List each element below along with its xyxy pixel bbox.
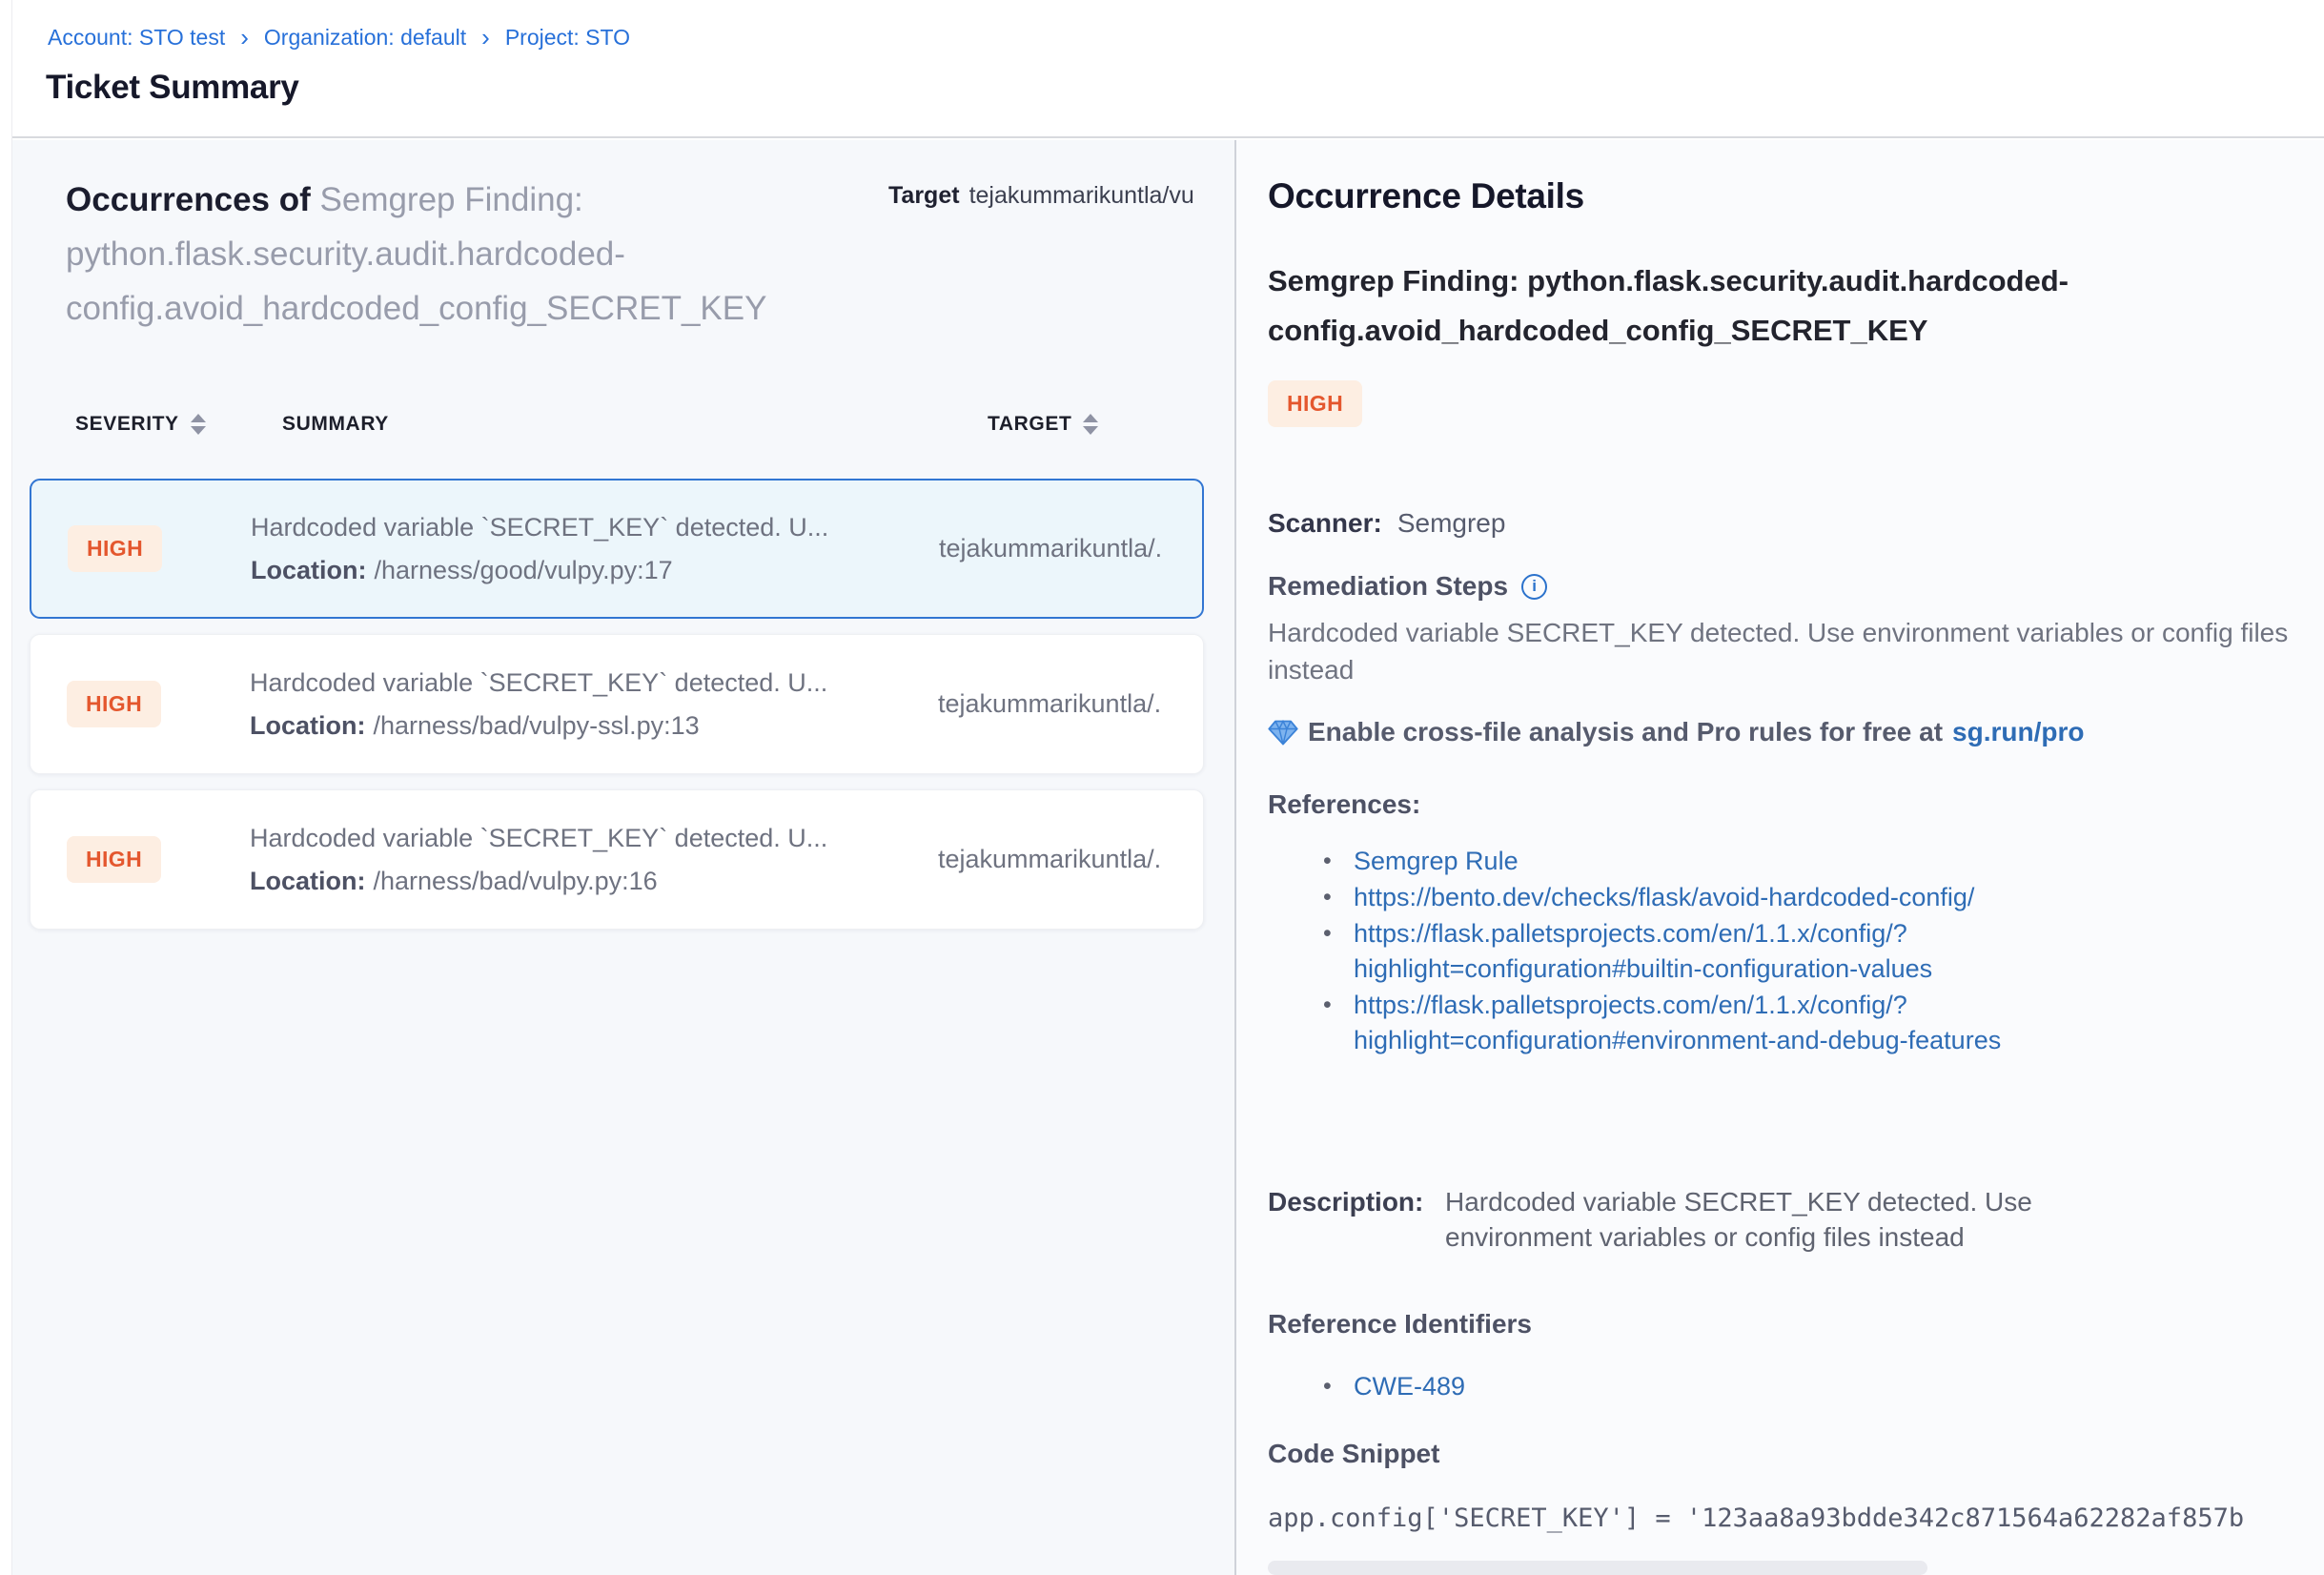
- reference-item: • https://flask.palletsprojects.com/en/1…: [1323, 916, 2048, 987]
- occurrence-target: tejakummarikuntla/.: [938, 845, 1203, 874]
- description-text: Hardcoded variable SECRET_KEY detected. …: [1445, 1184, 2151, 1255]
- column-header-summary-label: SUMMARY: [282, 413, 389, 436]
- scanner-value: Semgrep: [1397, 508, 1506, 538]
- sort-icon: [1083, 414, 1098, 435]
- reference-link[interactable]: https://flask.palletsprojects.com/en/1.1…: [1354, 916, 2030, 987]
- occurrence-target: tejakummarikuntla/.: [938, 689, 1203, 719]
- column-header-severity[interactable]: SEVERITY: [75, 413, 206, 436]
- pro-tip-text: Enable cross-file analysis and Pro rules…: [1308, 717, 1943, 747]
- occurrences-heading-bold: Occurrences of: [66, 181, 311, 218]
- breadcrumb: Account: STO test › Organization: defaul…: [48, 25, 630, 51]
- target-value: tejakummarikuntla/vu: [969, 182, 1194, 209]
- location-value: /harness/bad/vulpy-ssl.py:13: [374, 711, 700, 740]
- breadcrumb-organization-link[interactable]: Organization: default: [264, 25, 466, 51]
- references-list: • Semgrep Rule • https://bento.dev/check…: [1323, 844, 2048, 1059]
- severity-badge: HIGH: [1268, 380, 1362, 427]
- occurrence-row[interactable]: HIGH Hardcoded variable `SECRET_KEY` det…: [30, 634, 1204, 774]
- content-area: Occurrences of Semgrep Finding: python.f…: [12, 140, 2324, 1575]
- severity-badge: HIGH: [67, 681, 161, 727]
- reference-item: • https://flask.palletsprojects.com/en/1…: [1323, 988, 2048, 1058]
- bullet-icon: •: [1323, 844, 1354, 879]
- collapsed-nav-strip: [0, 0, 12, 1575]
- sort-icon: [191, 414, 206, 435]
- references-label: References:: [1268, 789, 1420, 820]
- chevron-right-icon: ›: [481, 27, 490, 49]
- bullet-icon: •: [1323, 880, 1354, 915]
- occurrence-summary: Hardcoded variable `SECRET_KEY` detected…: [250, 817, 938, 860]
- occurrences-panel: Occurrences of Semgrep Finding: python.f…: [12, 140, 1236, 1575]
- description-label: Description:: [1268, 1184, 1445, 1255]
- reference-link[interactable]: Semgrep Rule: [1354, 844, 1519, 879]
- cwe-link[interactable]: CWE-489: [1354, 1369, 1465, 1404]
- location-value: /harness/bad/vulpy.py:16: [374, 867, 658, 895]
- code-snippet: app.config['SECRET_KEY'] = '123aa8a93bdd…: [1268, 1503, 2293, 1533]
- bullet-icon: •: [1323, 1369, 1354, 1404]
- location-label: Location:: [250, 867, 366, 895]
- reference-identifiers-list: • CWE-489: [1323, 1369, 1465, 1405]
- page-title: Ticket Summary: [46, 69, 299, 107]
- breadcrumb-account-link[interactable]: Account: STO test: [48, 25, 225, 51]
- occurrences-rows: HIGH Hardcoded variable `SECRET_KEY` det…: [30, 479, 1204, 945]
- target-label: Target: [888, 182, 960, 209]
- occurrence-row-selected[interactable]: HIGH Hardcoded variable `SECRET_KEY` det…: [30, 479, 1204, 619]
- bullet-icon: •: [1323, 988, 1354, 1058]
- horizontal-scrollbar-thumb[interactable]: [1268, 1561, 1927, 1575]
- app-header: Account: STO test › Organization: defaul…: [0, 0, 2324, 138]
- column-header-target-label: TARGET: [988, 413, 1071, 436]
- location-label: Location:: [251, 556, 367, 584]
- occurrences-table-header: SEVERITY SUMMARY TARGET: [75, 413, 1181, 451]
- column-header-summary: SUMMARY: [282, 413, 389, 436]
- chevron-right-icon: ›: [240, 27, 249, 49]
- reference-link[interactable]: https://bento.dev/checks/flask/avoid-har…: [1354, 880, 1974, 915]
- bullet-icon: •: [1323, 916, 1354, 987]
- scanner-label: Scanner:: [1268, 508, 1382, 538]
- breadcrumb-project-link[interactable]: Project: STO: [505, 25, 630, 51]
- gem-icon: [1268, 720, 1298, 746]
- info-icon[interactable]: i: [1521, 574, 1547, 600]
- column-header-severity-label: SEVERITY: [75, 413, 179, 436]
- severity-badge: HIGH: [68, 525, 162, 572]
- pro-tip-row: Enable cross-file analysis and Pro rules…: [1268, 717, 2084, 747]
- occurrence-summary: Hardcoded variable `SECRET_KEY` detected…: [251, 506, 939, 549]
- location-value: /harness/good/vulpy.py:17: [375, 556, 673, 584]
- reference-item: • https://bento.dev/checks/flask/avoid-h…: [1323, 880, 2048, 915]
- occurrence-row[interactable]: HIGH Hardcoded variable `SECRET_KEY` det…: [30, 789, 1204, 930]
- reference-item: • Semgrep Rule: [1323, 844, 2048, 879]
- remediation-text: Hardcoded variable SECRET_KEY detected. …: [1268, 614, 2293, 688]
- pro-tip-link[interactable]: sg.run/pro: [1952, 717, 2084, 747]
- remediation-steps-row: Remediation Steps i: [1268, 571, 1547, 602]
- target-line: Target tejakummarikuntla/vu: [888, 182, 1234, 210]
- description-row: Description: Hardcoded variable SECRET_K…: [1268, 1184, 2151, 1255]
- occurrence-target: tejakummarikuntla/.: [939, 534, 1202, 563]
- occurrences-heading: Occurrences of Semgrep Finding: python.f…: [66, 173, 924, 336]
- reference-link[interactable]: https://flask.palletsprojects.com/en/1.1…: [1354, 988, 2030, 1058]
- column-header-target[interactable]: TARGET: [988, 413, 1098, 436]
- occurrence-details-panel: Occurrence Details Semgrep Finding: pyth…: [1236, 140, 2324, 1575]
- reference-identifiers-label: Reference Identifiers: [1268, 1309, 1532, 1340]
- scanner-row: Scanner: Semgrep: [1268, 508, 1505, 539]
- reference-identifier-item: • CWE-489: [1323, 1369, 1465, 1404]
- finding-title: Semgrep Finding: python.flask.security.a…: [1268, 256, 2231, 356]
- details-heading: Occurrence Details: [1268, 176, 1584, 216]
- severity-badge: HIGH: [67, 836, 161, 883]
- remediation-steps-label: Remediation Steps: [1268, 571, 1508, 602]
- location-label: Location:: [250, 711, 366, 740]
- occurrence-summary: Hardcoded variable `SECRET_KEY` detected…: [250, 662, 938, 705]
- code-snippet-label: Code Snippet: [1268, 1439, 1439, 1469]
